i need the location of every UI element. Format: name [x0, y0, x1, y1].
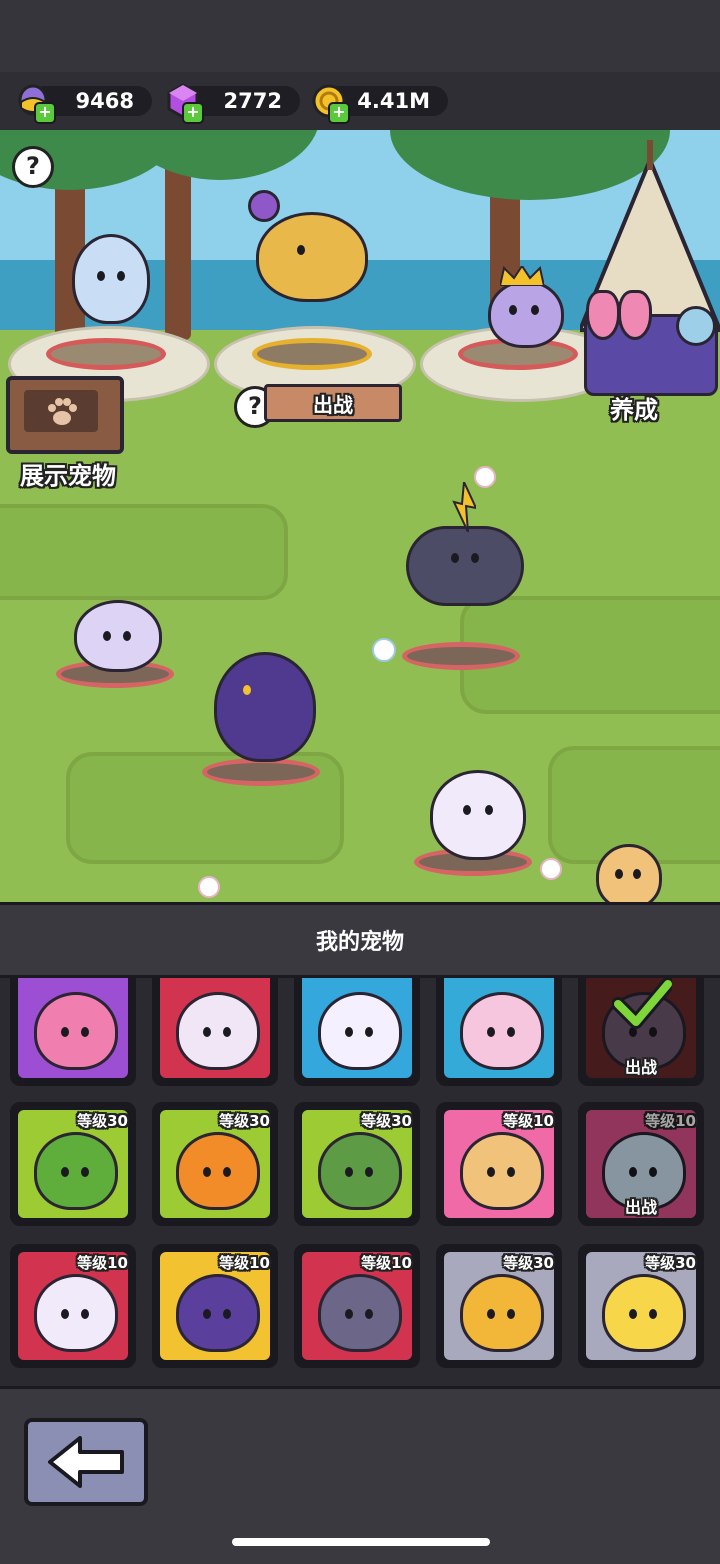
pet-grid: 出战 等级30 等级30 等级30 等级10 等级10 出战 等级10 等级10 等级10 等级30… [0, 978, 720, 1386]
crown-icon [498, 264, 546, 287]
help-button[interactable]: ? [12, 146, 54, 188]
pedestal-ring [46, 338, 166, 370]
unicorn-slime-pet[interactable] [74, 600, 162, 672]
pet-portrait [34, 1274, 118, 1352]
pet-portrait [34, 992, 118, 1070]
pet-card[interactable] [10, 978, 136, 1086]
pet-card[interactable] [294, 978, 420, 1086]
pet-portrait [460, 1132, 544, 1210]
pet-card[interactable]: 等级30 [436, 1244, 562, 1368]
flower-icon [198, 876, 220, 898]
flower-icon [474, 466, 496, 488]
pet-card[interactable]: 等级30 [294, 1102, 420, 1226]
pet-portrait [460, 992, 544, 1070]
deploy-button[interactable]: 出战 [264, 384, 402, 422]
paw-icon [48, 398, 77, 425]
storm-cloud-pet[interactable] [406, 526, 524, 606]
winged-cat-pet[interactable] [430, 770, 526, 860]
potion-icon [618, 290, 652, 340]
back-button[interactable] [24, 1418, 148, 1506]
coin-count: 4.41M [357, 89, 430, 113]
pet-spot [402, 642, 520, 670]
crystal-pet[interactable] [72, 234, 150, 324]
pet-card[interactable]: 等级10 [294, 1244, 420, 1368]
egg-count: 9468 [75, 89, 134, 113]
pet-level-label: 等级10 [503, 1112, 554, 1130]
tree-trunk [165, 150, 191, 340]
gem-add-button[interactable]: + [182, 102, 204, 124]
deployed-tag: 出战 [624, 1058, 657, 1077]
deployed-tag: 出战 [624, 1198, 657, 1217]
my-pets-title: 我的宠物 [315, 930, 404, 955]
pet-card[interactable]: 等级30 [578, 1244, 704, 1368]
pet-card[interactable]: 出战 [578, 978, 704, 1086]
pet-portrait [460, 1274, 544, 1352]
pet-level-label: 等级10 [361, 1254, 412, 1272]
potion-icon [586, 290, 620, 340]
pet-portrait [176, 992, 260, 1070]
back-arrow-icon [48, 1436, 124, 1488]
ball-icon [248, 190, 280, 222]
pet-portrait [318, 1274, 402, 1352]
pet-card[interactable]: 等级30 [10, 1102, 136, 1226]
pet-card[interactable] [436, 978, 562, 1086]
potion-icon [676, 306, 716, 346]
pet-spot [202, 758, 320, 786]
pet-level-label: 等级10 [77, 1254, 128, 1272]
home-indicator[interactable] [232, 1538, 490, 1546]
deploy-button-label: 出战 [313, 392, 353, 417]
lion-girl-pet[interactable] [596, 844, 662, 902]
pet-portrait [176, 1274, 260, 1352]
pet-card[interactable]: 等级10 [10, 1244, 136, 1368]
dragon-pet[interactable] [214, 652, 316, 762]
my-pets-header: 我的宠物 [0, 902, 720, 978]
pet-level-label: 等级30 [77, 1112, 128, 1130]
flower-icon [372, 638, 396, 662]
grass-patch [0, 504, 288, 600]
coin-add-button[interactable]: + [328, 102, 350, 124]
cultivate-label[interactable]: 养成 [610, 390, 658, 425]
pet-level-label: 等级10 [219, 1254, 270, 1272]
egg-add-button[interactable]: + [34, 102, 56, 124]
pet-portrait [176, 1132, 260, 1210]
pet-garden-scene: 养成 ? 展示宠物 ? 出战 [0, 130, 720, 902]
pet-portrait [34, 1132, 118, 1210]
pet-level-label: 等级30 [361, 1112, 412, 1130]
display-pets-label: 展示宠物 [20, 462, 116, 490]
lightning-icon [452, 478, 478, 533]
king-blob-pet[interactable] [488, 280, 564, 348]
pet-card[interactable]: 等级30 [152, 1102, 278, 1226]
pet-card[interactable]: 等级10 [152, 1244, 278, 1368]
pet-card[interactable] [152, 978, 278, 1086]
pet-card[interactable]: 等级10 [436, 1102, 562, 1226]
flower-icon [540, 858, 562, 880]
checkmark-icon [611, 978, 675, 1034]
pet-portrait [318, 1132, 402, 1210]
gem-count: 2772 [223, 89, 282, 113]
pet-level-label: 等级30 [219, 1112, 270, 1130]
pet-portrait [318, 992, 402, 1070]
pedestal-ring [252, 338, 372, 370]
pet-level-label: 等级30 [645, 1254, 696, 1272]
display-pets-sign[interactable] [6, 376, 124, 454]
pet-level-label: 等级30 [503, 1254, 554, 1272]
pet-card[interactable]: 等级10 出战 [578, 1102, 704, 1226]
pet-portrait [602, 1274, 686, 1352]
mammoth-pet[interactable] [256, 212, 368, 302]
status-bar [0, 0, 720, 72]
